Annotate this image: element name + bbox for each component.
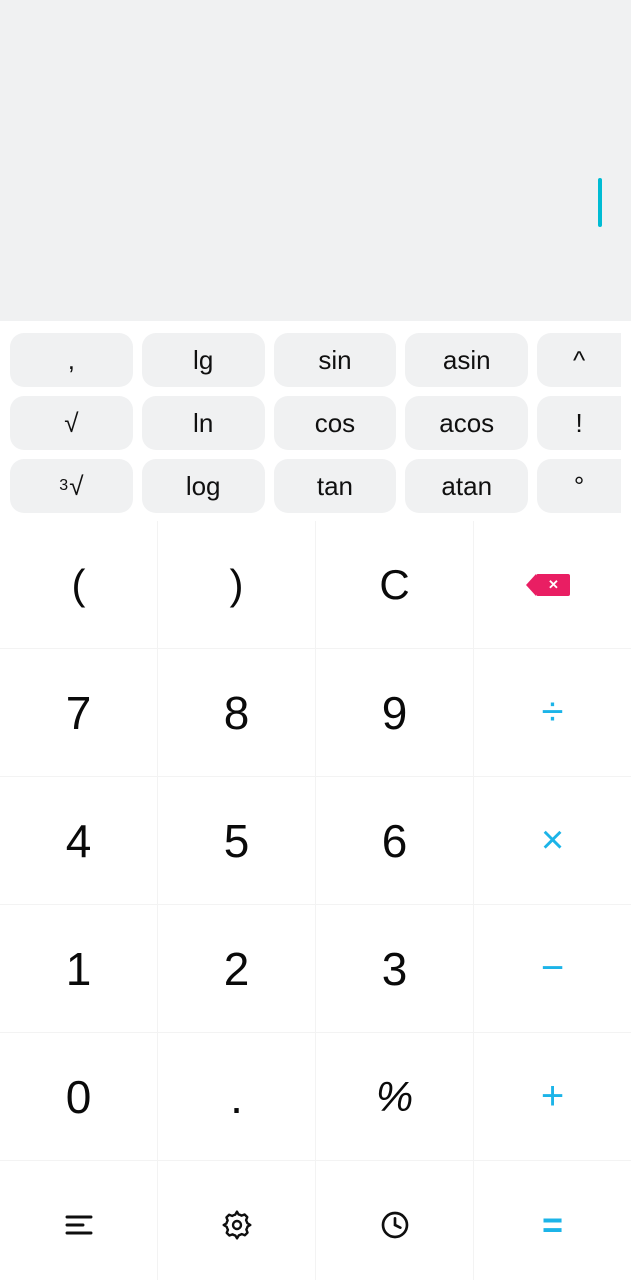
backspace-button[interactable]: ✕ (474, 521, 631, 649)
atan-button[interactable]: atan (405, 459, 528, 513)
digit-7-button[interactable]: 7 (0, 649, 158, 777)
settings-button[interactable] (158, 1161, 316, 1280)
cursor-icon (598, 178, 602, 227)
digit-3-button[interactable]: 3 (316, 905, 474, 1033)
lg-button[interactable]: lg (142, 333, 265, 387)
cbrt-sym: √ (69, 471, 83, 502)
acos-button[interactable]: acos (405, 396, 528, 450)
cos-button[interactable]: cos (274, 396, 397, 450)
comma-button[interactable]: , (10, 333, 133, 387)
asin-button[interactable]: asin (405, 333, 528, 387)
left-paren-button[interactable]: ( (0, 521, 158, 649)
ln-button[interactable]: ln (142, 396, 265, 450)
power-button[interactable]: ^ (537, 333, 621, 387)
menu-icon (63, 1209, 95, 1241)
digit-0-button[interactable]: 0 (0, 1033, 158, 1161)
degree-button[interactable]: ° (537, 459, 621, 513)
digit-9-button[interactable]: 9 (316, 649, 474, 777)
digit-5-button[interactable]: 5 (158, 777, 316, 905)
divide-button[interactable]: ÷ (474, 649, 631, 777)
right-paren-button[interactable]: ) (158, 521, 316, 649)
display-area[interactable] (0, 0, 631, 321)
plus-button[interactable]: + (474, 1033, 631, 1161)
scientific-panel: , lg sin asin ^ √ ln cos acos ! 3√ log t… (0, 321, 631, 521)
sqrt-button[interactable]: √ (10, 396, 133, 450)
cbrt-button[interactable]: 3√ (10, 459, 133, 513)
digit-6-button[interactable]: 6 (316, 777, 474, 905)
clock-icon (379, 1209, 411, 1241)
clear-button[interactable]: C (316, 521, 474, 649)
gear-icon (221, 1209, 253, 1241)
percent-button[interactable]: % (316, 1033, 474, 1161)
decimal-button[interactable]: . (158, 1033, 316, 1161)
keypad: ( ) C ✕ 7 8 9 ÷ 4 5 6 × 1 2 3 − 0 . % + (0, 521, 631, 1280)
tan-button[interactable]: tan (274, 459, 397, 513)
digit-4-button[interactable]: 4 (0, 777, 158, 905)
minus-button[interactable]: − (474, 905, 631, 1033)
menu-button[interactable] (0, 1161, 158, 1280)
digit-1-button[interactable]: 1 (0, 905, 158, 1033)
equals-button[interactable]: = (474, 1161, 631, 1280)
digit-2-button[interactable]: 2 (158, 905, 316, 1033)
sin-button[interactable]: sin (274, 333, 397, 387)
factorial-button[interactable]: ! (537, 396, 621, 450)
log-button[interactable]: log (142, 459, 265, 513)
backspace-icon: ✕ (536, 574, 570, 596)
multiply-button[interactable]: × (474, 777, 631, 905)
history-button[interactable] (316, 1161, 474, 1280)
cbrt-sup: 3 (59, 477, 68, 495)
digit-8-button[interactable]: 8 (158, 649, 316, 777)
